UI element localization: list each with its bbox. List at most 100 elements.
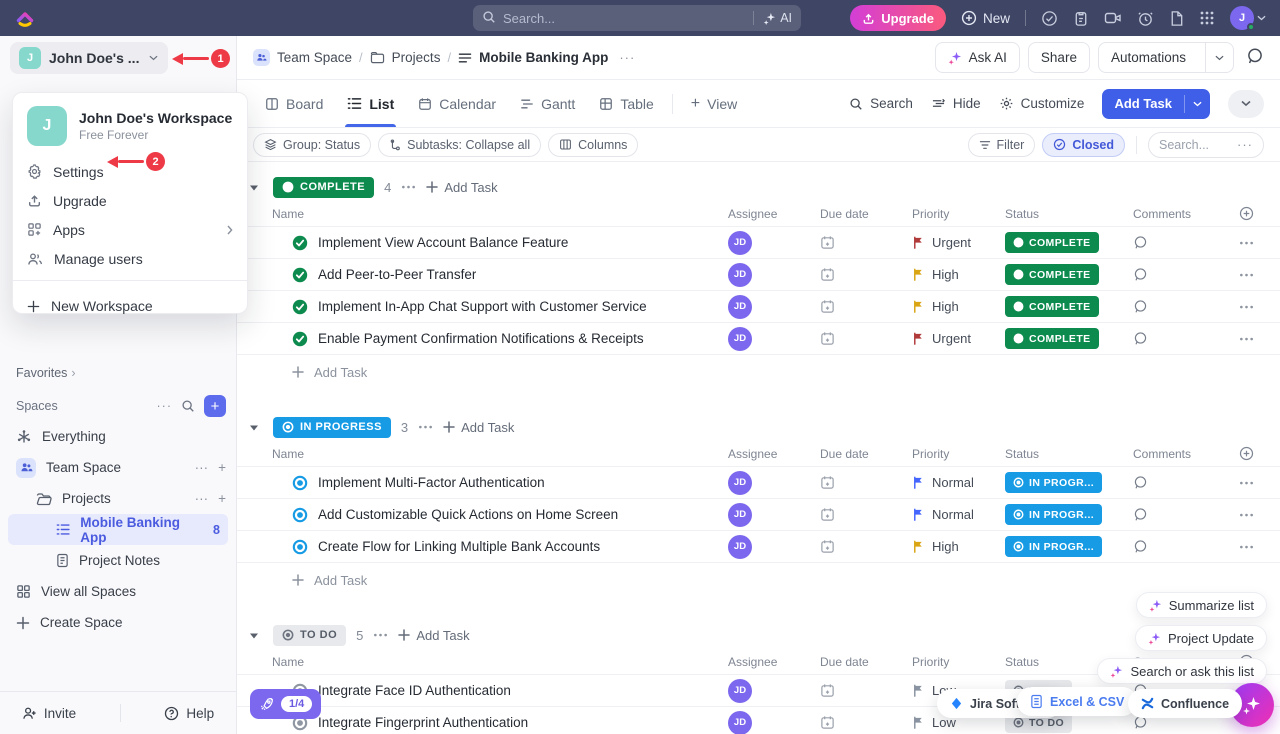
task-title[interactable]: Enable Payment Confirmation Notification… [318, 331, 644, 346]
group-more-icon[interactable] [418, 425, 433, 429]
video-icon[interactable] [1104, 11, 1122, 25]
spaces-search-icon[interactable] [181, 399, 195, 413]
due-date-cell[interactable] [812, 715, 904, 730]
priority-cell[interactable]: High [904, 539, 997, 554]
hide-button[interactable]: Hide [931, 96, 981, 111]
menu-item-new-workspace[interactable]: New Workspace [13, 288, 247, 324]
status-badge[interactable]: COMPLETE [1005, 328, 1099, 349]
priority-cell[interactable]: Urgent [904, 235, 997, 250]
group-status-chip[interactable]: TO DO [273, 625, 346, 646]
sidebar-item-create-space[interactable]: Create Space [0, 607, 236, 638]
summarize-list-button[interactable]: Summarize list [1136, 592, 1267, 618]
sidebar-item-team-space[interactable]: Team Space ···+ [0, 452, 236, 483]
check-circle-icon[interactable] [1041, 10, 1058, 27]
comments-cell[interactable] [1125, 331, 1212, 346]
list-filter-search-input[interactable] [1159, 138, 1229, 152]
due-date-cell[interactable] [812, 475, 904, 490]
nav-ai-button[interactable]: AI [753, 11, 792, 25]
add-task-button[interactable]: Add Task [1102, 89, 1210, 119]
due-date-cell[interactable] [812, 331, 904, 346]
global-search[interactable]: AI [473, 5, 801, 31]
comments-cell[interactable] [1125, 507, 1212, 522]
task-row[interactable]: Implement View Account Balance Feature JD… [237, 227, 1280, 259]
column-header-status[interactable]: Status [997, 447, 1125, 461]
group-by-pill[interactable]: Group: Status [253, 133, 371, 157]
tab-gantt[interactable]: Gantt [508, 80, 587, 127]
breadcrumb-more-icon[interactable]: ··· [619, 50, 635, 65]
add-task-row[interactable]: Add Task [237, 355, 1280, 389]
task-title[interactable]: Add Customizable Quick Actions on Home S… [318, 507, 618, 522]
column-header-name[interactable]: Name [237, 207, 720, 221]
task-status-icon[interactable] [292, 267, 308, 283]
menu-item-apps[interactable]: Apps [13, 215, 247, 244]
excel-csv-toast[interactable]: Excel & CSV [1017, 687, 1137, 716]
task-title[interactable]: Integrate Fingerprint Authentication [318, 715, 528, 730]
tab-list[interactable]: List [335, 80, 406, 127]
comments-cell[interactable] [1125, 299, 1212, 314]
column-header-comments[interactable]: Comments [1125, 207, 1212, 221]
column-header-due-date[interactable]: Due date [812, 655, 904, 669]
assignee-avatar[interactable]: JD [728, 295, 752, 319]
collapse-group-icon[interactable] [245, 424, 263, 431]
due-date-cell[interactable] [812, 299, 904, 314]
global-search-input[interactable] [503, 11, 746, 26]
add-view-button[interactable]: +View [679, 80, 749, 127]
assignee-avatar[interactable]: JD [728, 711, 752, 734]
column-header-status[interactable]: Status [997, 207, 1125, 221]
list-filter-search[interactable]: ··· [1148, 132, 1264, 158]
tab-board[interactable]: Board [253, 80, 335, 127]
group-status-chip[interactable]: IN PROGRESS [273, 417, 391, 438]
spaces-more-icon[interactable]: ··· [157, 399, 173, 413]
row-menu-button[interactable] [1212, 337, 1280, 341]
project-update-button[interactable]: Project Update [1135, 625, 1267, 651]
task-title[interactable]: Implement View Account Balance Feature [318, 235, 568, 250]
priority-cell[interactable]: Normal [904, 475, 997, 490]
assignee-avatar[interactable]: JD [728, 535, 752, 559]
assignee-avatar[interactable]: JD [728, 263, 752, 287]
share-button[interactable]: Share [1028, 42, 1090, 73]
upgrade-button[interactable]: Upgrade [850, 5, 946, 31]
task-title[interactable]: Implement In-App Chat Support with Custo… [318, 299, 647, 314]
status-badge[interactable]: IN PROGR... [1005, 504, 1102, 525]
projects-more-icon[interactable]: ··· [195, 491, 209, 506]
comments-cell[interactable] [1125, 539, 1212, 554]
task-title[interactable]: Implement Multi-Factor Authentication [318, 475, 545, 490]
add-space-button[interactable]: + [204, 395, 226, 417]
invite-button[interactable]: Invite [22, 706, 76, 721]
breadcrumb-projects[interactable]: Projects [370, 50, 441, 65]
row-menu-button[interactable] [1212, 481, 1280, 485]
clickup-logo-icon[interactable] [14, 7, 36, 29]
column-header-priority[interactable]: Priority [904, 447, 997, 461]
comments-cell[interactable] [1125, 235, 1212, 250]
onboarding-progress-pill[interactable]: 1/4 [250, 689, 321, 719]
column-header-assignee[interactable]: Assignee [720, 655, 812, 669]
add-column-icon[interactable] [1212, 446, 1280, 461]
add-column-icon[interactable] [1212, 206, 1280, 221]
column-header-due-date[interactable]: Due date [812, 207, 904, 221]
task-status-icon[interactable] [292, 475, 308, 491]
document-icon[interactable] [1169, 10, 1184, 27]
tab-calendar[interactable]: Calendar [406, 80, 508, 127]
column-header-priority[interactable]: Priority [904, 207, 997, 221]
group-add-task-button[interactable]: Add Task [443, 420, 514, 435]
task-row[interactable]: Create Flow for Linking Multiple Bank Ac… [237, 531, 1280, 563]
favorites-section[interactable]: Favorites› [16, 366, 76, 380]
user-avatar-menu[interactable]: J [1230, 6, 1266, 30]
task-row[interactable]: Enable Payment Confirmation Notification… [237, 323, 1280, 355]
group-add-task-button[interactable]: Add Task [426, 180, 497, 195]
column-header-due-date[interactable]: Due date [812, 447, 904, 461]
app-grid-icon[interactable] [1199, 10, 1215, 26]
task-row[interactable]: Add Peer-to-Peer TransferJDHighCOMPLETE [237, 259, 1280, 291]
collapse-group-icon[interactable] [245, 632, 263, 639]
column-header-name[interactable]: Name [237, 655, 720, 669]
alarm-clock-icon[interactable] [1137, 10, 1154, 27]
due-date-cell[interactable] [812, 539, 904, 554]
subtasks-pill[interactable]: Subtasks: Collapse all [378, 133, 541, 157]
task-status-icon[interactable] [292, 299, 308, 315]
comments-bubble-icon[interactable] [1246, 47, 1264, 68]
team-space-add-icon[interactable]: + [218, 460, 226, 475]
task-title[interactable]: Create Flow for Linking Multiple Bank Ac… [318, 539, 600, 554]
assignee-avatar[interactable]: JD [728, 231, 752, 255]
task-title[interactable]: Integrate Face ID Authentication [318, 683, 511, 698]
add-task-chevron[interactable] [1184, 95, 1210, 113]
